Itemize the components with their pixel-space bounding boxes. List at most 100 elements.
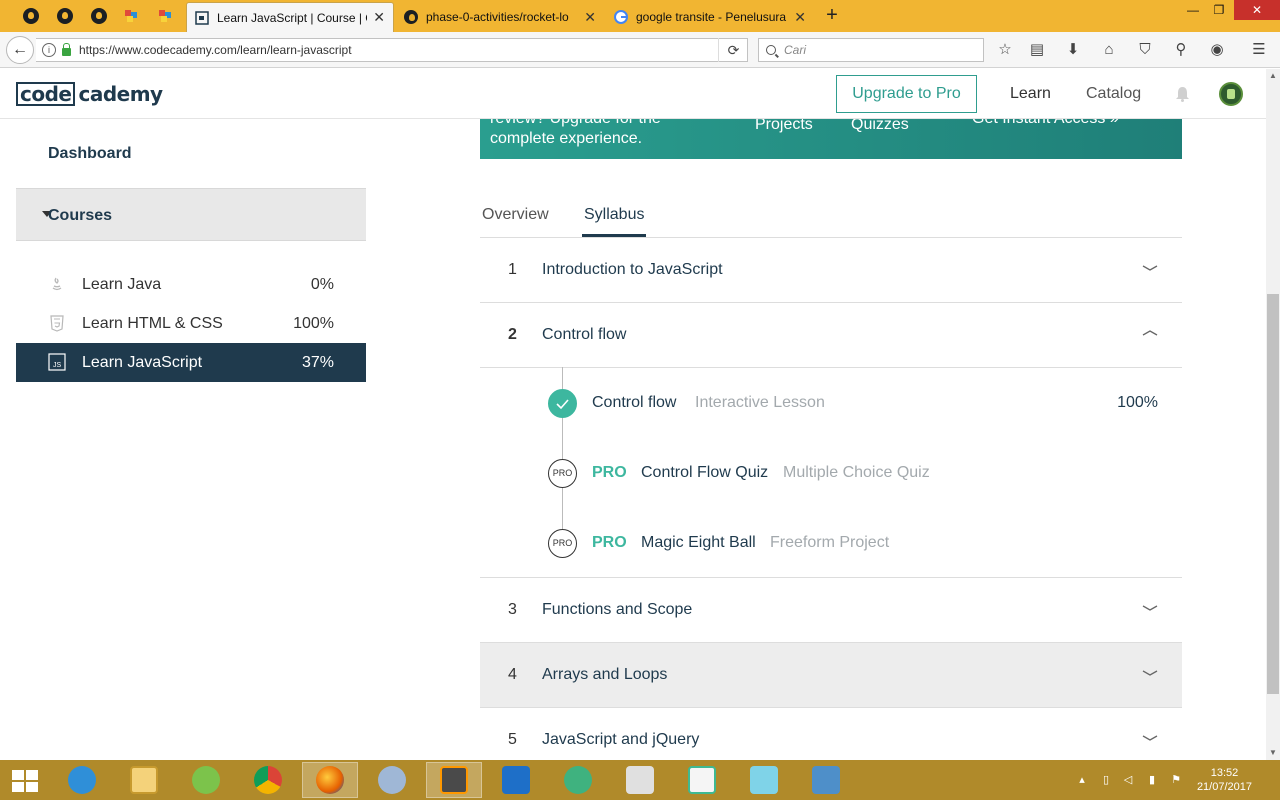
browser-navigation-bar: ← i https://www.codecademy.com/learn/lea… (0, 32, 1280, 68)
upgrade-to-pro-button[interactable]: Upgrade to Pro (836, 75, 977, 113)
reading-list-icon[interactable]: ▤ (1028, 41, 1046, 59)
html5-icon (50, 315, 64, 332)
taskbar-ie[interactable] (54, 762, 110, 798)
taskbar-notes[interactable] (736, 762, 792, 798)
lesson-progress: 100% (1117, 394, 1158, 411)
nav-catalog-link[interactable]: Catalog (1086, 85, 1141, 103)
taskbar-atom[interactable] (550, 762, 606, 798)
file-explorer-icon (130, 766, 158, 794)
chevron-down-icon[interactable] (1142, 732, 1158, 744)
taskbar-chrome[interactable] (240, 762, 296, 798)
tab-learn-javascript[interactable]: Learn JavaScript | Course | C ✕ (186, 2, 394, 32)
browser-tab-bar: Learn JavaScript | Course | C ✕ phase-0-… (0, 0, 1280, 32)
course-progress: 0% (310, 275, 334, 293)
notification-bell-icon[interactable] (1175, 86, 1190, 102)
scroll-down-arrow-icon[interactable]: ▼ (1266, 746, 1280, 760)
lesson-item[interactable]: PRO PRO Control Flow Quiz Multiple Choic… (548, 459, 1168, 489)
syllabus-unit[interactable]: 4 Arrays and Loops (480, 643, 1182, 708)
maximize-button[interactable]: ❐ (1206, 0, 1232, 20)
clock-time: 13:52 (1210, 767, 1239, 779)
chevron-up-icon[interactable] (1142, 327, 1158, 339)
lesson-item[interactable]: Control flow Interactive Lesson 100% (548, 389, 1168, 419)
extension-icon[interactable]: ⚲ (1172, 41, 1190, 59)
github-icon (57, 8, 73, 24)
close-tab-icon[interactable]: ✕ (373, 9, 385, 26)
course-label: Learn Java (82, 275, 162, 293)
taskbar-android-studio[interactable] (178, 762, 234, 798)
logo-box: code (16, 82, 76, 106)
tab-syllabus[interactable]: Syllabus (584, 206, 644, 224)
close-tab-icon[interactable]: ✕ (794, 9, 806, 26)
pinned-tab-github[interactable] (16, 4, 46, 28)
codecademy-logo[interactable]: code cademy (16, 82, 163, 106)
tab-google-translate[interactable]: google transite - Penelusura ✕ (606, 2, 814, 32)
system-clock[interactable]: 13:52 21/07/2017 (1197, 766, 1252, 794)
sidebar-course-learn-java[interactable]: Learn Java 0% (16, 265, 366, 304)
bookmark-star-icon[interactable]: ☆ (996, 41, 1014, 59)
slack-icon (688, 766, 716, 794)
course-progress: 100% (293, 314, 334, 332)
app-icon (125, 10, 141, 22)
volume-icon[interactable]: ◁ (1122, 774, 1134, 786)
chevron-down-icon[interactable] (1142, 667, 1158, 679)
pinned-tab-github[interactable] (50, 4, 80, 28)
course-label: Learn HTML & CSS (82, 314, 223, 332)
sidebar-course-learn-javascript[interactable]: JS Learn JavaScript 37% (16, 343, 366, 382)
taskbar-321-player[interactable] (612, 762, 668, 798)
search-bar[interactable]: Cari (758, 38, 984, 62)
atom-icon (564, 766, 592, 794)
battery-icon[interactable]: ▯ (1100, 774, 1112, 786)
unit-title: Control flow (542, 326, 627, 343)
pinned-tab-app[interactable] (152, 4, 182, 28)
network-icon[interactable]: ▮ (1146, 774, 1158, 786)
pinned-tab-app[interactable] (118, 4, 148, 28)
chevron-down-icon[interactable] (1142, 262, 1158, 274)
syllabus-unit[interactable]: 5 JavaScript and jQuery (480, 708, 1182, 760)
taskbar-photos[interactable] (798, 762, 854, 798)
nav-learn-link[interactable]: Learn (1010, 85, 1051, 103)
info-icon[interactable]: i (42, 43, 56, 57)
pinned-tab-github[interactable] (84, 4, 114, 28)
flag-icon[interactable]: ⚑ (1170, 774, 1182, 786)
sidebar-course-learn-html-css[interactable]: Learn HTML & CSS 100% (16, 304, 366, 343)
scroll-up-arrow-icon[interactable]: ▲ (1266, 69, 1280, 83)
back-button[interactable]: ← (6, 36, 34, 64)
reload-button[interactable]: ⟳ (718, 38, 748, 62)
minimize-button[interactable]: — (1180, 0, 1206, 20)
taskbar-firefox[interactable] (302, 762, 358, 798)
new-tab-button[interactable]: + (820, 4, 844, 28)
lesson-type: Interactive Lesson (695, 394, 825, 411)
user-avatar[interactable] (1219, 82, 1243, 106)
tray-expand-icon[interactable]: ▴ (1076, 774, 1088, 786)
url-text[interactable]: https://www.codecademy.com/learn/learn-j… (79, 43, 352, 57)
home-icon[interactable]: ⌂ (1100, 41, 1118, 59)
chevron-down-icon[interactable] (1142, 602, 1158, 614)
sidebar-dashboard-link[interactable]: Dashboard (48, 145, 132, 163)
lesson-item[interactable]: PRO PRO Magic Eight Ball Freeform Projec… (548, 529, 1168, 559)
scrollbar-thumb[interactable] (1267, 294, 1279, 694)
search-input[interactable]: Cari (784, 43, 806, 57)
taskbar-app[interactable] (364, 762, 420, 798)
pro-label: PRO (592, 534, 627, 551)
downloads-icon[interactable]: ⬇ (1064, 41, 1082, 59)
pocket-icon[interactable]: ⛉ (1136, 41, 1154, 59)
firefox-extension-icon[interactable]: ◉ (1208, 41, 1226, 59)
lesson-type: Multiple Choice Quiz (783, 464, 930, 481)
taskbar-sublime[interactable] (426, 762, 482, 798)
syllabus-unit[interactable]: 1 Introduction to JavaScript (480, 238, 1182, 303)
syllabus-unit[interactable]: 3 Functions and Scope (480, 578, 1182, 643)
menu-icon[interactable]: ☰ (1250, 41, 1268, 59)
sidebar-courses-header[interactable]: Courses (16, 188, 366, 241)
taskbar-slack[interactable] (674, 762, 730, 798)
tab-overview[interactable]: Overview (482, 206, 549, 224)
close-tab-icon[interactable]: ✕ (584, 9, 596, 26)
syllabus-unit[interactable]: 2 Control flow (480, 303, 1182, 368)
tab-github-rocket[interactable]: phase-0-activities/rocket-lo ✕ (396, 2, 604, 32)
taskbar-maxthon[interactable] (488, 762, 544, 798)
close-window-button[interactable]: ✕ (1234, 0, 1280, 20)
internet-explorer-icon (68, 766, 96, 794)
url-bar[interactable]: i https://www.codecademy.com/learn/learn… (36, 38, 748, 62)
pro-label: PRO (592, 464, 627, 481)
windows-start-button[interactable] (12, 770, 38, 792)
taskbar-explorer[interactable] (116, 762, 172, 798)
